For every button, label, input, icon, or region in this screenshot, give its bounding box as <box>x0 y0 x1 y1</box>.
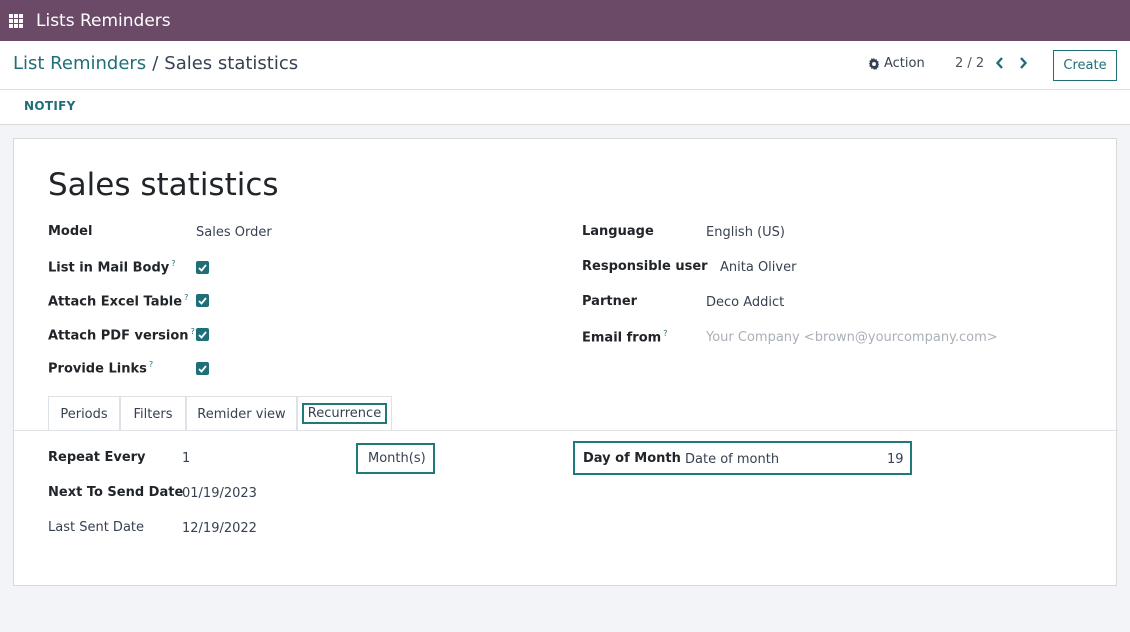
next-send-date-label: Next To Send Date <box>48 485 184 500</box>
tab-reminder-view[interactable]: Remider view <box>186 396 297 431</box>
checkmark-icon <box>198 263 207 272</box>
language-label: Language <box>582 224 654 239</box>
gear-icon <box>868 57 880 70</box>
last-sent-date-value: 12/19/2022 <box>182 521 257 536</box>
last-sent-date-label: Last Sent Date <box>48 520 145 535</box>
create-button[interactable]: Create <box>1053 50 1117 81</box>
provide-links-checkbox[interactable] <box>196 362 209 375</box>
model-label: Model <box>48 224 93 239</box>
pager-previous-button[interactable] <box>992 54 1008 72</box>
help-icon[interactable]: ? <box>171 259 175 268</box>
breadcrumb-parent-link[interactable]: List Reminders <box>13 53 146 74</box>
action-label: Action <box>884 56 925 71</box>
repeat-unit-select[interactable]: Month(s) <box>356 443 435 474</box>
next-send-date-value[interactable]: 01/19/2023 <box>182 486 257 501</box>
list-in-mail-body-label: List in Mail Body? <box>48 259 176 276</box>
pager-next-button[interactable] <box>1015 54 1031 72</box>
attach-excel-label: Attach Excel Table? <box>48 293 189 310</box>
responsible-user-label: Responsible user <box>582 259 708 274</box>
provide-links-label: Provide Links? <box>48 360 154 377</box>
repeat-unit-value: Month(s) <box>368 451 426 466</box>
tab-periods[interactable]: Periods <box>48 396 120 431</box>
checkmark-icon <box>198 364 207 373</box>
action-menu-button[interactable]: Action <box>868 56 925 71</box>
list-in-mail-body-checkbox[interactable] <box>196 261 209 274</box>
repeat-every-label: Repeat Every <box>48 450 146 465</box>
form-sheet: Sales statistics Model Sales Order List … <box>13 138 1118 586</box>
attach-pdf-checkbox[interactable] <box>196 328 209 341</box>
day-of-month-label: Day of Month <box>583 451 681 466</box>
repeat-every-value[interactable]: 1 <box>182 451 190 466</box>
pager-value[interactable]: 2 / 2 <box>955 56 984 71</box>
day-of-month-value[interactable]: 19 <box>887 452 904 467</box>
help-icon[interactable]: ? <box>149 360 153 369</box>
chevron-right-icon <box>1020 57 1028 69</box>
breadcrumb-current: Sales statistics <box>164 53 299 74</box>
chevron-left-icon <box>995 57 1003 69</box>
partner-value[interactable]: Deco Addict <box>706 295 784 310</box>
partner-label: Partner <box>582 294 638 309</box>
responsible-user-value[interactable]: Anita Oliver <box>720 260 796 275</box>
tab-recurrence[interactable]: Recurrence <box>297 396 392 431</box>
day-of-month-type-select[interactable]: Date of month <box>685 452 779 467</box>
record-title[interactable]: Sales statistics <box>48 167 279 203</box>
top-navbar: Lists Reminders <box>0 0 1130 41</box>
control-panel: List Reminders / Sales statistics Action 2… <box>0 41 1130 90</box>
attach-excel-checkbox[interactable] <box>196 294 209 307</box>
breadcrumb-separator: / <box>152 53 159 74</box>
help-icon[interactable]: ? <box>663 329 667 338</box>
email-from-label: Email from? <box>582 329 668 346</box>
email-from-input[interactable]: Your Company <brown@yourcompany.com> <box>706 330 998 345</box>
breadcrumb: List Reminders / Sales statistics <box>13 53 298 74</box>
model-value[interactable]: Sales Order <box>196 225 272 240</box>
tab-filters[interactable]: Filters <box>120 396 186 431</box>
checkmark-icon <box>198 296 207 305</box>
help-icon[interactable]: ? <box>191 327 195 336</box>
status-bar: NOTIFY <box>0 90 1130 125</box>
app-title[interactable]: Lists Reminders <box>36 11 171 31</box>
language-value[interactable]: English (US) <box>706 225 785 240</box>
tab-recurrence-label: Recurrence <box>301 403 388 424</box>
help-icon[interactable]: ? <box>184 293 188 302</box>
notify-button[interactable]: NOTIFY <box>24 99 76 113</box>
day-of-month-group: Day of Month Date of month 19 <box>573 441 912 475</box>
grid-icon[interactable] <box>9 13 23 28</box>
checkmark-icon <box>198 330 207 339</box>
tab-divider <box>14 430 1118 431</box>
attach-pdf-label: Attach PDF version? <box>48 327 195 344</box>
